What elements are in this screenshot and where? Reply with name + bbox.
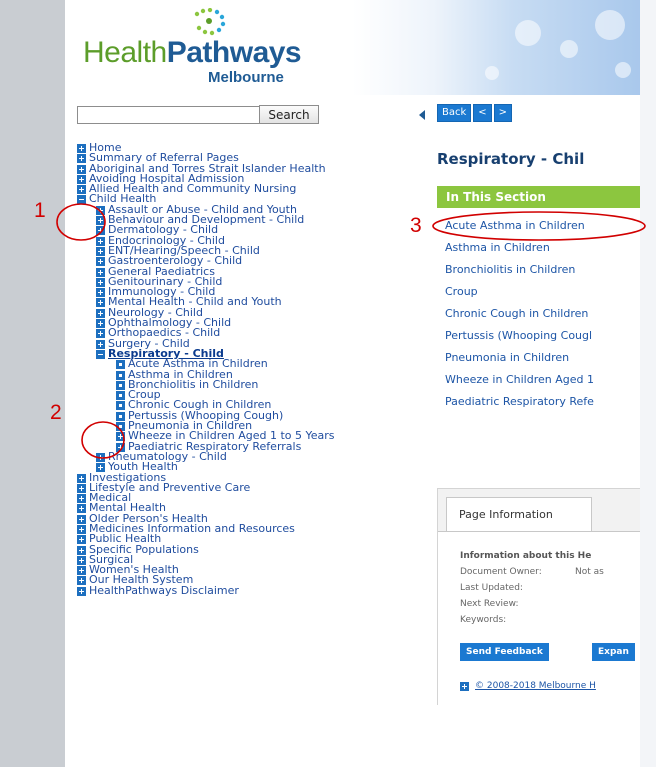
annotation-label-3: 3 — [410, 214, 422, 237]
annotation-circle-2 — [81, 421, 125, 459]
annotation-overlay — [56, 203, 646, 459]
annotation-ellipse-3 — [432, 211, 646, 241]
annotation-label-2: 2 — [50, 401, 62, 424]
annotation-label-1: 1 — [34, 199, 46, 222]
annotation-circle-1 — [56, 203, 106, 241]
